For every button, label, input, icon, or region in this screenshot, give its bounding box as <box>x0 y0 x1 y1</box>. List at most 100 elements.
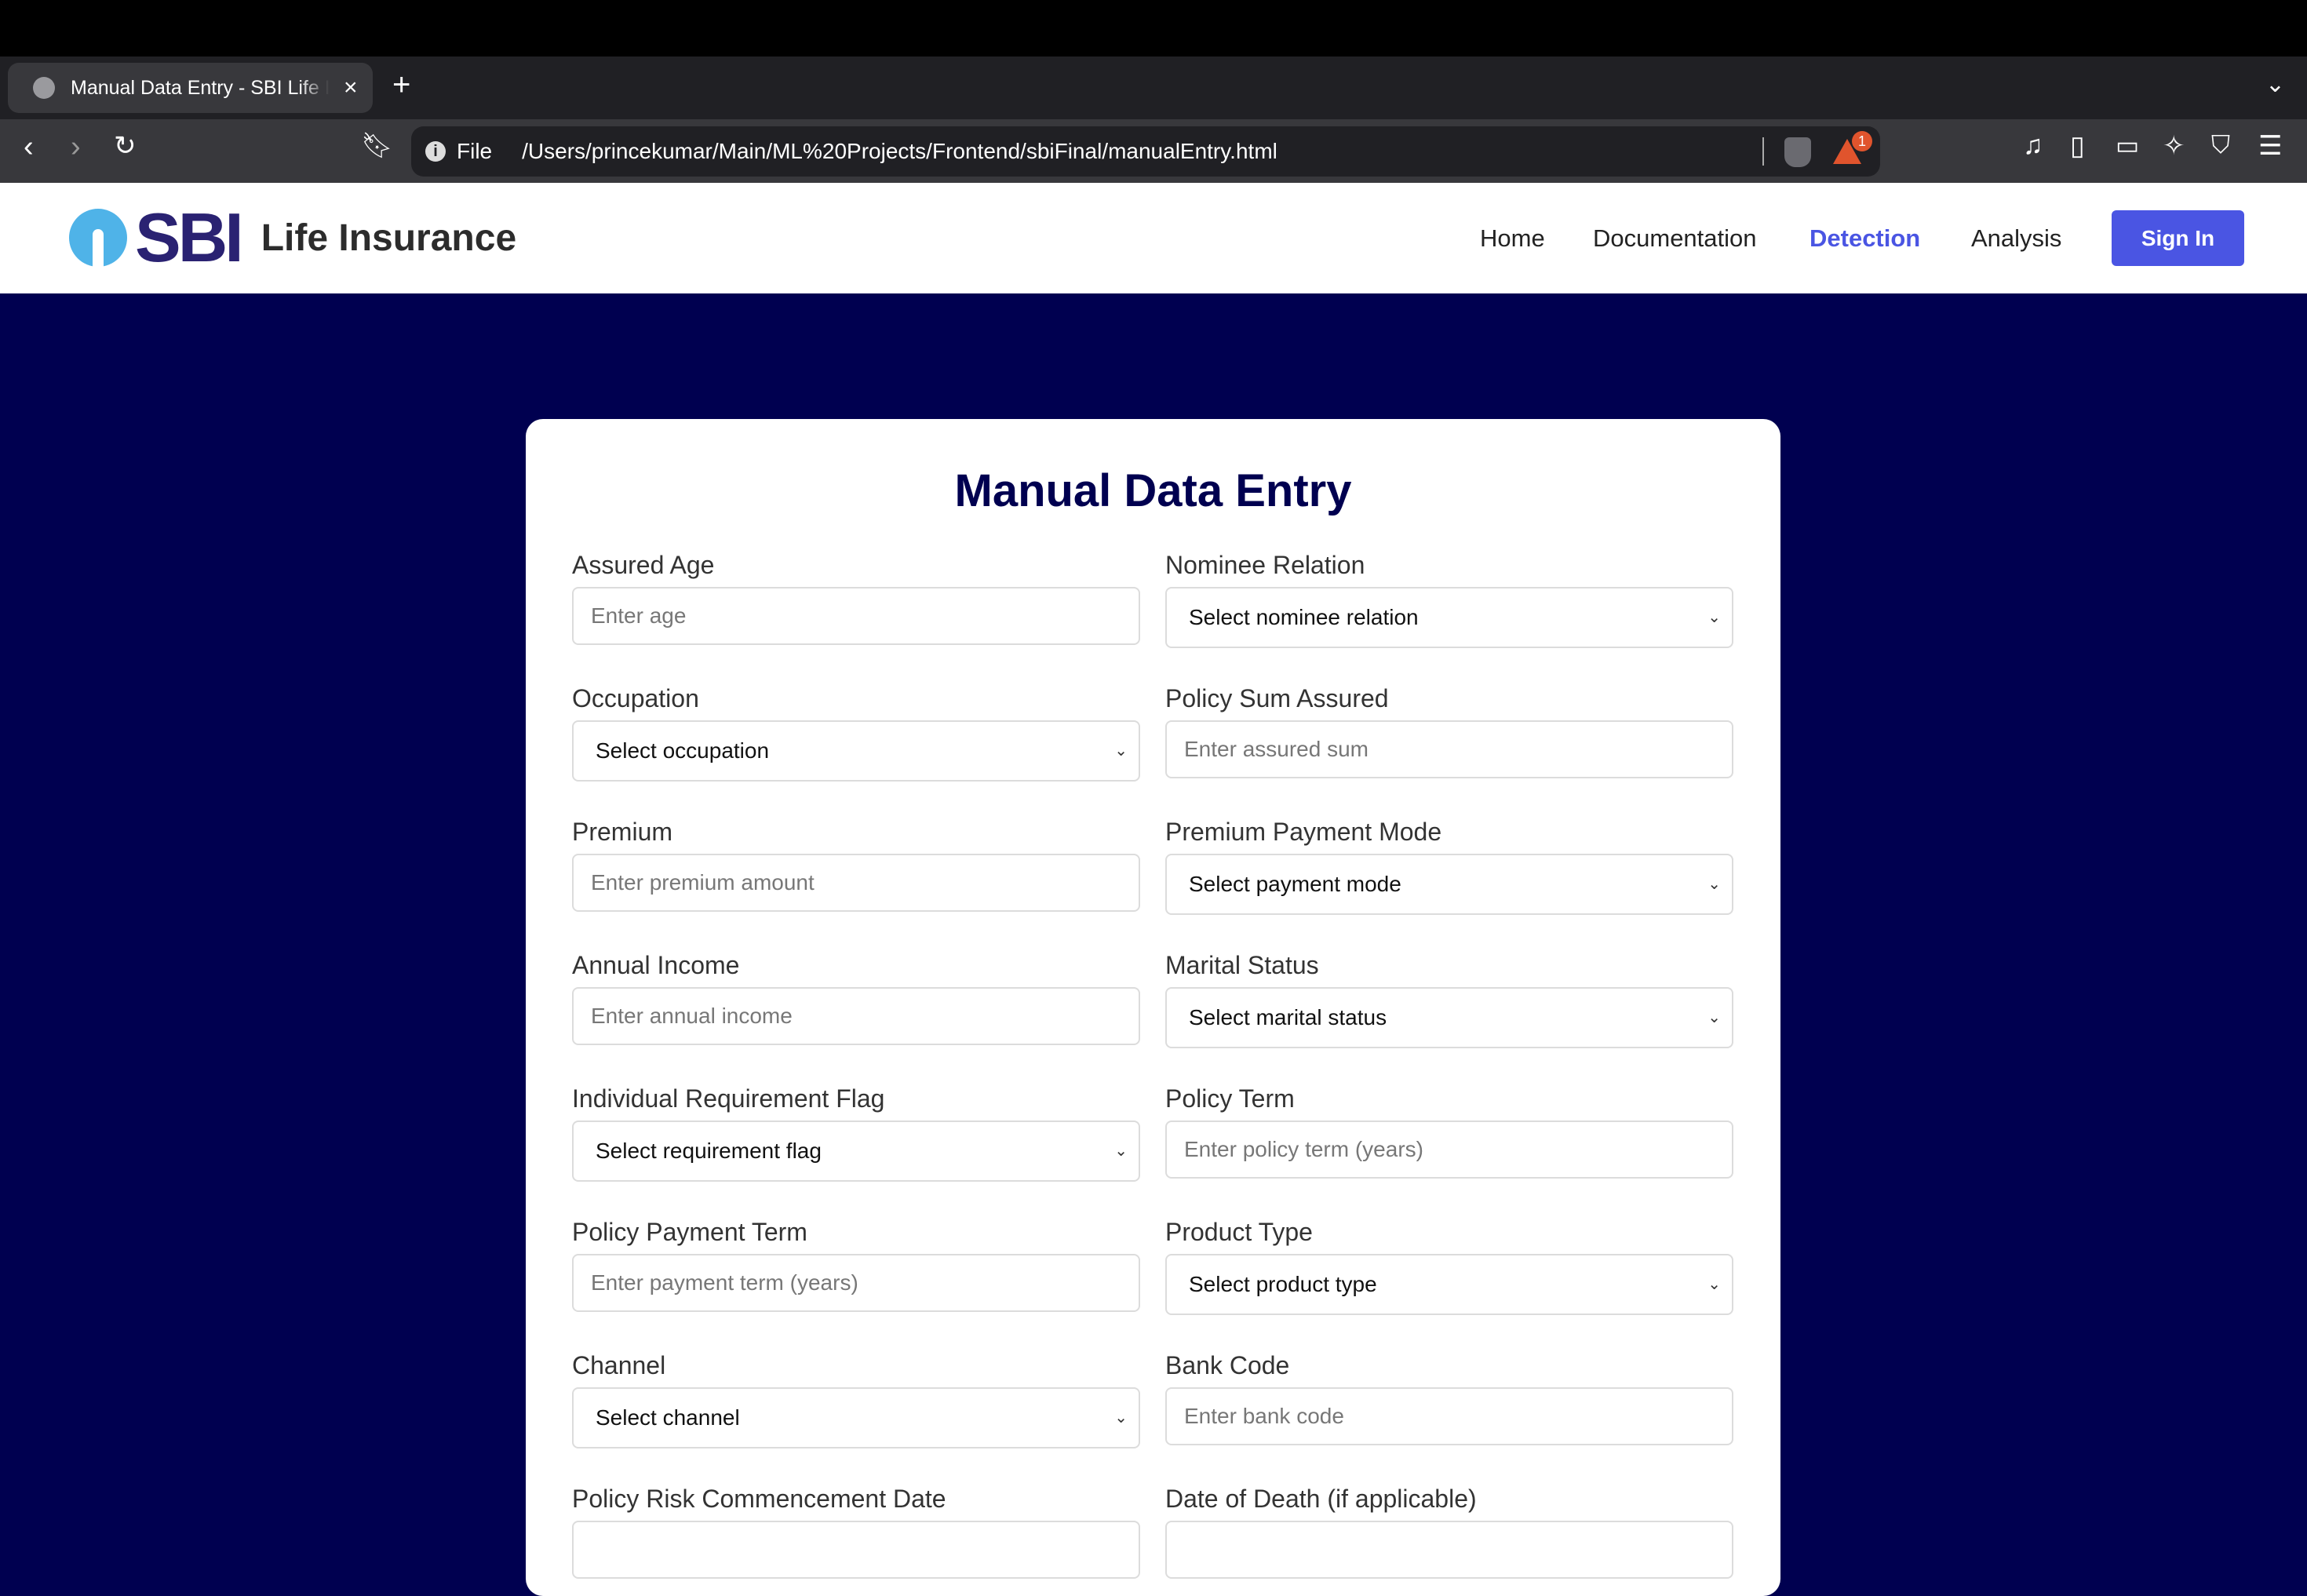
field-label: Product Type <box>1165 1218 1313 1246</box>
field-bank-code: Bank Code Enter bank code <box>1165 1350 1733 1448</box>
channel-select[interactable]: Select channel ⌄ <box>572 1387 1140 1448</box>
field-label: Premium Payment Mode <box>1165 818 1442 846</box>
close-tab-icon[interactable]: × <box>344 75 358 101</box>
nav-detection[interactable]: Detection <box>1810 224 1920 253</box>
field-channel: Channel Select channel ⌄ <box>572 1350 1140 1448</box>
field-label: Marital Status <box>1165 951 1319 979</box>
manual-entry-card: Manual Data Entry Assured Age Enter age No… <box>526 419 1780 1596</box>
sign-in-button[interactable]: Sign In <box>2112 210 2244 266</box>
new-tab-icon[interactable]: + <box>392 67 410 103</box>
menu-icon[interactable]: ☰ <box>2258 130 2282 162</box>
placeholder: Enter assured sum <box>1184 737 1369 761</box>
placeholder: Enter annual income <box>591 1004 793 1028</box>
url-text[interactable]: /Users/princekumar/Main/ML%20Projects/Fr… <box>522 139 1277 164</box>
selected-value: Select product type <box>1189 1272 1377 1296</box>
placeholder: Enter bank code <box>1184 1404 1344 1428</box>
placeholder: Enter age <box>591 603 687 628</box>
tab-strip: Manual Data Entry - SBI Life Insurance ×… <box>0 56 2307 119</box>
marital-status-select[interactable]: Select marital status ⌄ <box>1165 987 1733 1048</box>
product-type-select[interactable]: Select product type ⌄ <box>1165 1254 1733 1315</box>
sidebar-icon[interactable]: ▯ <box>2070 130 2085 162</box>
music-icon[interactable]: ♫ <box>2023 130 2043 161</box>
field-policy-risk-commencement-date: Policy Risk Commencement Date <box>572 1483 1140 1579</box>
occupation-select[interactable]: Select occupation ⌄ <box>572 720 1140 782</box>
logo-sbi: SBI <box>135 199 244 276</box>
field-label: Policy Risk Commencement Date <box>572 1485 946 1513</box>
site-header: SBI Life Insurance Home Documentation De… <box>0 183 2307 293</box>
forward-icon[interactable]: › <box>71 130 81 164</box>
field-policy-term: Policy Term Enter policy term (years) <box>1165 1083 1733 1182</box>
field-premium-payment-mode: Premium Payment Mode Select payment mode ⌄ <box>1165 816 1733 915</box>
field-label: Date of Death (if applicable) <box>1165 1485 1477 1513</box>
tab-title: Manual Data Entry - SBI Life Insurance <box>71 76 330 99</box>
placeholder: Enter premium amount <box>591 870 815 895</box>
address-bar[interactable]: i File /Users/princekumar/Main/ML%20Proj… <box>411 126 1880 177</box>
field-assured-age: Assured Age Enter age <box>572 549 1140 648</box>
back-icon[interactable]: ‹ <box>24 130 34 164</box>
brave-shields-icon[interactable] <box>1784 137 1811 167</box>
browser-tab[interactable]: Manual Data Entry - SBI Life Insurance × <box>8 63 373 113</box>
policy-term-input[interactable]: Enter policy term (years) <box>1165 1120 1733 1179</box>
premium-input[interactable]: Enter premium amount <box>572 854 1140 912</box>
nav-home[interactable]: Home <box>1480 224 1545 253</box>
bookmark-icon[interactable]: 🔖︎ <box>361 130 393 160</box>
selected-value: Select channel <box>596 1405 740 1430</box>
selected-value: Select payment mode <box>1189 872 1401 896</box>
form-grid: Assured Age Enter age Nominee Relation Sele… <box>572 549 1733 1579</box>
browser-toolbar: ‹ › ↻ 🔖︎ i File /Users/princekumar/Main/… <box>0 119 2307 183</box>
selected-value: Select requirement flag <box>596 1139 822 1163</box>
vpn-shield-icon[interactable]: ⛉ <box>2211 130 2230 160</box>
policy-payment-term-input[interactable]: Enter payment term (years) <box>572 1254 1140 1312</box>
field-premium: Premium Enter premium amount <box>572 816 1140 915</box>
wallet-icon[interactable]: ▭ <box>2116 130 2139 160</box>
nav-documentation[interactable]: Documentation <box>1593 224 1757 253</box>
field-annual-income: Annual Income Enter annual income <box>572 949 1140 1048</box>
field-marital-status: Marital Status Select marital status ⌄ <box>1165 949 1733 1048</box>
chevron-down-icon: ⌄ <box>1707 1009 1721 1026</box>
selected-value: Select marital status <box>1189 1005 1387 1029</box>
individual-requirement-flag-select[interactable]: Select requirement flag ⌄ <box>572 1120 1140 1182</box>
chevron-down-icon: ⌄ <box>1707 876 1721 893</box>
info-icon[interactable]: i <box>425 141 446 162</box>
page-title: Manual Data Entry <box>954 465 1352 516</box>
chevron-down-icon: ⌄ <box>1114 742 1128 760</box>
bank-code-input[interactable]: Enter bank code <box>1165 1387 1733 1445</box>
field-label: Policy Term <box>1165 1084 1295 1113</box>
url-scheme: File <box>457 139 493 163</box>
field-individual-requirement-flag: Individual Requirement Flag Select requir… <box>572 1083 1140 1182</box>
logo-brand: Life Insurance <box>261 217 517 259</box>
chevron-down-icon: ⌄ <box>1114 1409 1128 1427</box>
field-label: Premium <box>572 818 673 846</box>
selected-value: Select nominee relation <box>1189 605 1419 629</box>
field-label: Channel <box>572 1351 666 1379</box>
field-label: Occupation <box>572 684 699 712</box>
field-occupation: Occupation Select occupation ⌄ <box>572 683 1140 782</box>
policy-risk-commencement-date-input[interactable] <box>572 1521 1140 1579</box>
logo[interactable]: SBI Life Insurance <box>69 199 517 276</box>
chevron-down-icon: ⌄ <box>1114 1142 1128 1160</box>
field-label: Policy Sum Assured <box>1165 684 1389 712</box>
annual-income-input[interactable]: Enter annual income <box>572 987 1140 1045</box>
chevron-down-icon[interactable]: ⌄ <box>2265 71 2285 98</box>
field-label: Annual Income <box>572 951 740 979</box>
nav-analysis[interactable]: Analysis <box>1971 224 2061 253</box>
field-label: Individual Requirement Flag <box>572 1084 885 1113</box>
policy-sum-assured-input[interactable]: Enter assured sum <box>1165 720 1733 778</box>
chevron-down-icon: ⌄ <box>1707 609 1721 626</box>
divider <box>1762 137 1764 166</box>
reload-icon[interactable]: ↻ <box>114 130 137 162</box>
premium-payment-mode-select[interactable]: Select payment mode ⌄ <box>1165 854 1733 915</box>
date-of-death-if-applicable-input[interactable] <box>1165 1521 1733 1579</box>
ai-sparkle-icon[interactable]: ✧ <box>2163 130 2185 162</box>
notification-badge: 1 <box>1852 131 1872 151</box>
field-label: Nominee Relation <box>1165 551 1365 579</box>
placeholder: Enter policy term (years) <box>1184 1137 1423 1161</box>
nominee-relation-select[interactable]: Select nominee relation ⌄ <box>1165 587 1733 648</box>
field-label: Bank Code <box>1165 1351 1290 1379</box>
placeholder: Enter payment term (years) <box>591 1270 858 1295</box>
field-label: Assured Age <box>572 551 715 579</box>
globe-icon <box>33 77 55 99</box>
field-policy-sum-assured: Policy Sum Assured Enter assured sum <box>1165 683 1733 782</box>
assured-age-input[interactable]: Enter age <box>572 587 1140 645</box>
sbi-keyhole-icon <box>69 209 127 267</box>
